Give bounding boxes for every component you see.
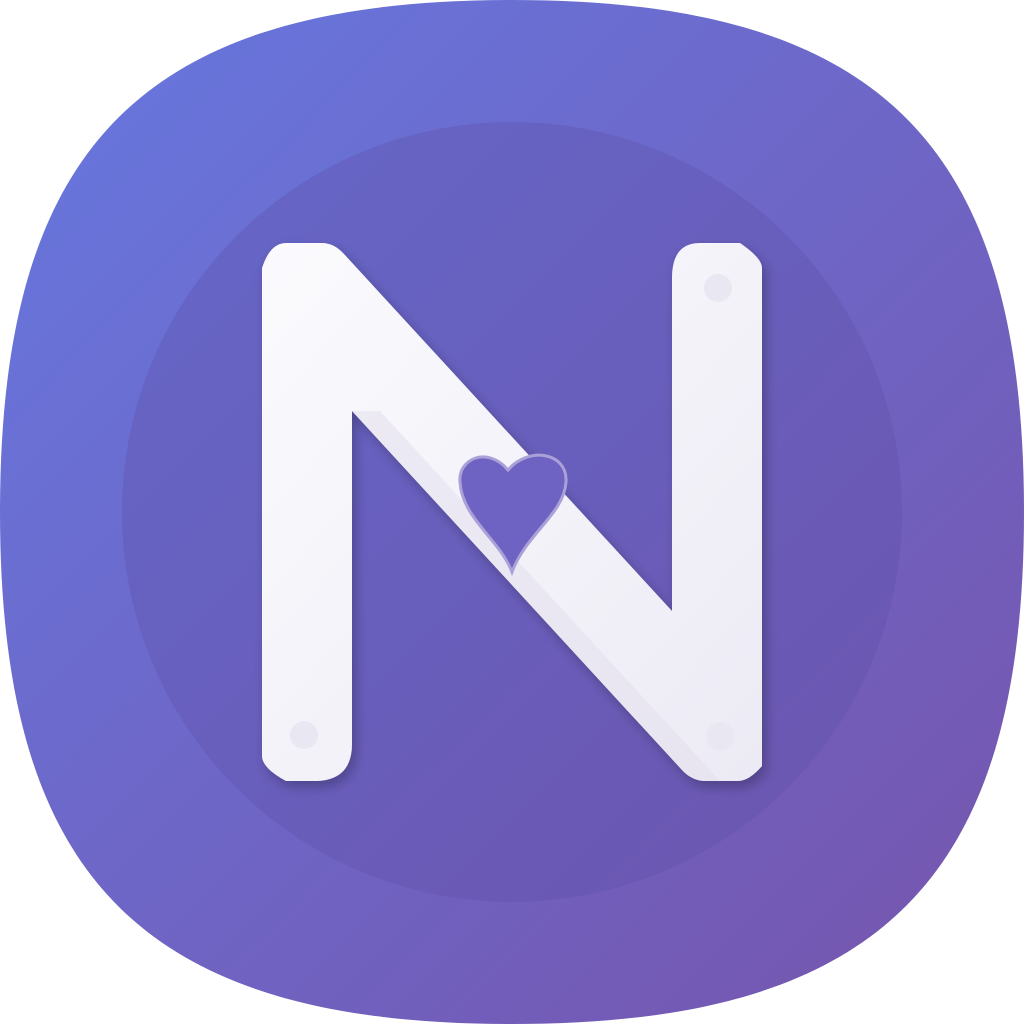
app-icon-graphic: N	[0, 0, 1024, 1024]
rivet-icon	[290, 721, 318, 749]
rivet-icon	[704, 274, 732, 302]
app-icon: N	[0, 0, 1024, 1024]
rivet-icon	[706, 722, 734, 750]
